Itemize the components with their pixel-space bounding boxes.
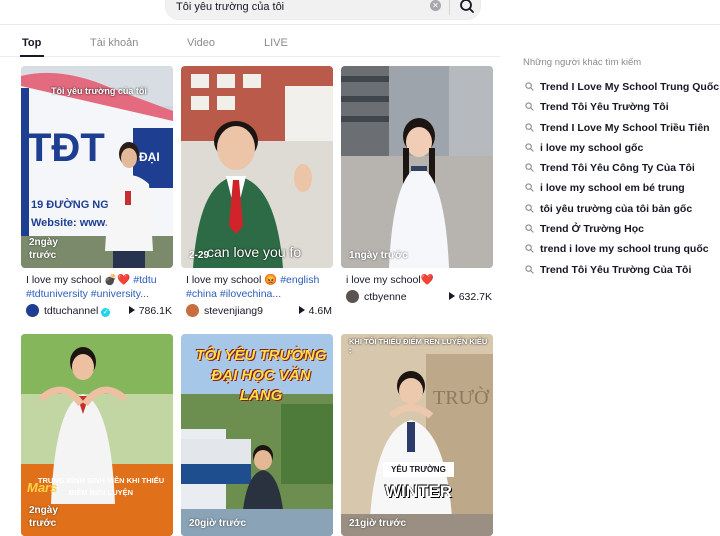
- play-icon: [298, 306, 305, 314]
- search-icon: [525, 244, 534, 254]
- tab-live[interactable]: LIVE: [264, 37, 288, 49]
- search-suggestion[interactable]: Trend Tôi Yêu Trường Của Tôi: [525, 263, 720, 283]
- play-icon: [448, 292, 455, 300]
- avatar[interactable]: [26, 304, 39, 317]
- video-caption[interactable]: I love my school 😡 #english #china #ilov…: [186, 273, 332, 301]
- search-suggestion[interactable]: tôi yêu trường của tôi bản gốc: [525, 202, 720, 222]
- search-icon: [525, 102, 534, 111]
- video-meta: ctbyenne 632.7K: [346, 290, 492, 304]
- video-thumbnail[interactable]: 1ngày trước: [341, 66, 493, 268]
- author-name[interactable]: stevenjiang9: [204, 305, 263, 317]
- thumbnail-overlay-text: KHI TÔI THIẾU ĐIỂM RÈN LUYỆN KIỂU :: [349, 337, 488, 355]
- search-icon: [460, 0, 474, 13]
- thumbnail-image: TRƯỜ: [341, 334, 493, 536]
- search-icon: [525, 122, 534, 132]
- author-name[interactable]: tdtuchannel ✓: [44, 305, 111, 317]
- thumbnail-overlay-text: Tôi yêu trường của tôi: [51, 86, 147, 96]
- thumbnail-overlay-text: TÔI YÊU TRƯỜNG ĐẠI HỌC VĂN LANG: [195, 347, 327, 404]
- video-timestamp: 2-29: [189, 250, 210, 261]
- svg-text:ĐẠI: ĐẠI: [139, 150, 160, 164]
- avatar[interactable]: [186, 304, 199, 317]
- result-tabs: Top Tài khoản Video LIVE: [0, 35, 500, 57]
- header-divider: [0, 24, 720, 25]
- thumbnail-sticker: YÊU TRƯỜNG: [383, 462, 454, 477]
- search-suggestion[interactable]: trend i love my school trung quốc: [525, 242, 720, 262]
- tab-top[interactable]: Top: [22, 37, 41, 49]
- search-divider: [449, 0, 450, 15]
- video-timestamp: 1ngày trước: [349, 250, 408, 261]
- search-suggestion[interactable]: Trend I Love My School Triều Tiên: [525, 121, 720, 141]
- search-suggestion-label: Trend I Love My School Triều Tiên: [540, 121, 710, 134]
- search-suggestion[interactable]: Trend Tôi Yêu Trường Tôi: [525, 100, 720, 120]
- view-count-value: 4.6M: [308, 305, 332, 317]
- video-thumbnail[interactable]: TÔI YÊU TRƯỜNG ĐẠI HỌC VĂN LANG 20giờ tr…: [181, 334, 333, 536]
- svg-text:Website: www.td: Website: www.td: [31, 217, 118, 229]
- thumbnail-image: [181, 66, 333, 268]
- search-icon: [525, 82, 534, 91]
- search-suggestion[interactable]: Trend I Love My School Trung Quốc: [525, 80, 720, 100]
- tabs-divider: [0, 56, 500, 57]
- video-thumbnail[interactable]: Mars TRUNG BÌNH SINH VIÊN KHI THIẾU ĐIỂM…: [21, 334, 173, 536]
- caption-text: I love my school 😡: [186, 274, 281, 286]
- author-label: tdtuchannel: [44, 305, 99, 317]
- svg-text:TRƯỜ: TRƯỜ: [433, 385, 490, 409]
- verified-icon: ✓: [101, 308, 111, 317]
- caption-text: I love my school 💣❤️: [26, 274, 134, 286]
- thumbnail-image: [341, 66, 493, 268]
- search-suggestion-label: trend i love my school trung quốc: [540, 243, 709, 256]
- others-searched-title: Những người khác tìm kiếm: [523, 57, 642, 68]
- svg-text:TĐT: TĐT: [27, 126, 105, 170]
- search-suggestion[interactable]: i love my school gốc: [525, 141, 720, 161]
- avatar[interactable]: [346, 290, 359, 303]
- video-thumbnail[interactable]: TĐT ĐẠI 19 ĐƯỜNG NGUYỄ Website: www.td T…: [21, 66, 173, 268]
- video-timestamp: 2ngày trước: [29, 237, 58, 261]
- search-input[interactable]: Tôi yêu trường của tôi: [176, 1, 284, 13]
- search-suggestion-label: Trend Tôi Yêu Công Ty Của Tôi: [540, 162, 695, 175]
- search-icon: [525, 204, 534, 213]
- video-thumbnail[interactable]: can love you fo 2-29: [181, 66, 333, 268]
- search-suggestion[interactable]: Trend Tôi Yêu Công Ty Của Tôi: [525, 161, 720, 181]
- video-meta: stevenjiang9 4.6M: [186, 304, 332, 318]
- search-icon: [525, 143, 534, 152]
- search-button[interactable]: [456, 0, 478, 17]
- search-suggestion-label: tôi yêu trường của tôi bản gốc: [540, 202, 693, 215]
- clear-search-icon[interactable]: ✕: [430, 0, 441, 11]
- thumbnail-song-label: WINTER: [385, 482, 453, 501]
- others-searched-list: Trend I Love My School Trung Quốc Trend T…: [525, 80, 720, 283]
- view-count: 632.7K: [448, 291, 492, 303]
- tab-accounts[interactable]: Tài khoản: [90, 37, 138, 49]
- search-suggestion[interactable]: i love my school em bé trung: [525, 181, 720, 201]
- view-count-value: 632.7K: [458, 291, 492, 303]
- video-thumbnail[interactable]: TRƯỜ KHI TÔI THIẾU ĐIỂM RÈN LUYỆN KIỂU :…: [341, 334, 493, 536]
- tab-video[interactable]: Video: [187, 37, 215, 49]
- search-icon: [525, 265, 534, 274]
- search-suggestion-label: Trend I Love My School Trung Quốc: [540, 81, 720, 93]
- view-count: 786.1K: [128, 305, 172, 317]
- search-bar: Tôi yêu trường của tôi ✕: [165, 0, 481, 20]
- view-count: 4.6M: [298, 305, 332, 317]
- search-suggestion-label: i love my school em bé trung: [540, 182, 685, 195]
- active-tab-indicator: [20, 55, 44, 57]
- author-name[interactable]: ctbyenne: [364, 291, 407, 303]
- search-suggestion-label: Trend Tôi Yêu Trường Của Tôi: [540, 263, 692, 276]
- search-icon: [525, 163, 534, 172]
- video-timestamp: 2ngày trước: [29, 505, 58, 529]
- video-caption[interactable]: I love my school 💣❤️ #tdtu #tdtuniversit…: [26, 273, 172, 301]
- video-timestamp: 21giờ trước: [349, 518, 407, 529]
- video-meta: tdtuchannel ✓ 786.1K: [26, 304, 172, 318]
- view-count-value: 786.1K: [138, 305, 172, 317]
- search-icon: [525, 183, 534, 193]
- search-suggestion[interactable]: Trend Ở Trường Học: [525, 222, 720, 242]
- search-suggestion-label: i love my school gốc: [540, 141, 644, 154]
- play-icon: [128, 306, 135, 314]
- search-suggestion-label: Trend Ở Trường Học: [540, 223, 644, 236]
- search-suggestion-label: Trend Tôi Yêu Trường Tôi: [540, 101, 669, 114]
- video-timestamp: 20giờ trước: [189, 518, 247, 529]
- search-icon: [525, 224, 534, 233]
- thumbnail-overlay-text: TRUNG BÌNH SINH VIÊN KHI THIẾU ĐIỂM RÈN …: [37, 476, 165, 497]
- caption-text: i love my school❤️: [346, 274, 434, 286]
